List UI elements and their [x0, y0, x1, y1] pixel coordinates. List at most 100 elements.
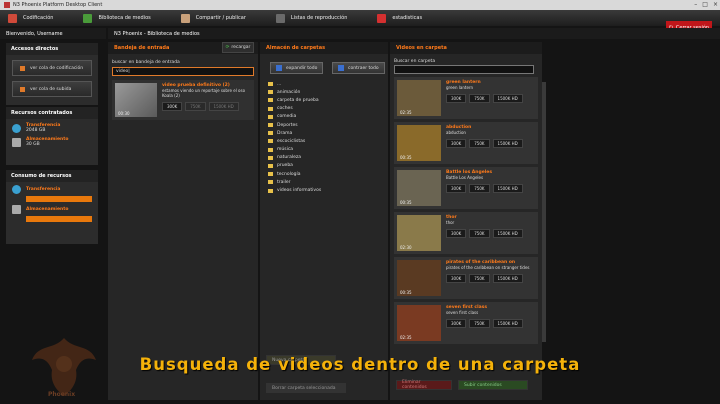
video-description: Battle Los Angeles: [446, 175, 484, 180]
folder-icon: [268, 139, 273, 144]
quality-750k-button[interactable]: 750K: [469, 274, 490, 283]
video-item[interactable]: 02:35 seven first class seven first class…: [394, 302, 538, 344]
minimize-icon[interactable]: –: [694, 1, 697, 8]
arrow-right-icon: [20, 65, 25, 71]
folder-item[interactable]: escociclistas: [268, 137, 380, 145]
folder-icon: [268, 98, 273, 103]
folder-icon: [268, 114, 273, 119]
folder-label: coches: [277, 106, 293, 112]
consumption-label: Transferencia: [26, 187, 61, 192]
folder-item[interactable]: ...: [268, 80, 380, 88]
quality-300k-button[interactable]: 300K: [446, 184, 467, 193]
video-thumbnail: 02:35: [397, 80, 441, 116]
folder-item[interactable]: naturaleza: [268, 154, 380, 162]
quality-300k-button[interactable]: 300K: [446, 229, 467, 238]
menu-listas[interactable]: Listas de reproducción: [275, 13, 348, 23]
folder-label: tecnología: [277, 171, 301, 177]
quality-300k-button[interactable]: 300K: [446, 274, 467, 283]
video-description: abduction: [446, 130, 466, 135]
videos-scrollbar[interactable]: [542, 82, 546, 342]
quality-1500k-button[interactable]: 1500K HD: [492, 319, 523, 328]
quality-750k-button[interactable]: 750K: [469, 94, 490, 103]
quality-1500k-button[interactable]: 1500K HD: [492, 94, 523, 103]
folder-item[interactable]: comedia: [268, 113, 380, 121]
hard-drive-icon: [12, 137, 21, 147]
quality-300k-button[interactable]: 300K: [446, 319, 467, 328]
folder-item[interactable]: trailer: [268, 178, 380, 186]
button-label: ver cola de codificación: [30, 65, 84, 71]
storage-consumption: Almacenamiento: [12, 205, 92, 222]
folder-item[interactable]: música: [268, 146, 380, 154]
delete-content-button[interactable]: Eliminar contenidos: [396, 380, 452, 390]
folder-label: comedia: [277, 114, 297, 120]
duration-label: 00:35: [400, 290, 412, 295]
quality-1500k-button[interactable]: 1500K HD: [492, 139, 523, 148]
folder-item[interactable]: carpeta de prueba: [268, 96, 380, 104]
encoding-queue-button[interactable]: ver cola de codificación: [12, 60, 92, 76]
quality-750k-button[interactable]: 750K: [469, 319, 490, 328]
globe-icon: [12, 185, 21, 194]
quality-750k-button[interactable]: 750K: [469, 229, 490, 238]
folder-label: música: [277, 147, 294, 153]
video-item[interactable]: 02:35 green lantern green lantern 300K 750…: [394, 77, 538, 119]
quality-1500k-button[interactable]: 1500K HD: [208, 102, 239, 111]
video-description: seven first class: [446, 310, 479, 315]
folder-item[interactable]: prueba: [268, 162, 380, 170]
videos-search-input[interactable]: [394, 65, 534, 74]
folder-item[interactable]: coches: [268, 105, 380, 113]
quality-750k-button[interactable]: 750K: [185, 102, 206, 111]
video-item[interactable]: 00:35 abduction abduction 300K 750K 1500K H…: [394, 122, 538, 164]
maximize-icon[interactable]: □: [702, 1, 708, 8]
video-item[interactable]: 00:35 Battle los Angeles Battle Los Angel…: [394, 167, 538, 209]
video-item[interactable]: 00:35 pirates of the caribbean on pirates…: [394, 257, 538, 299]
menu-compartir[interactable]: Compartir / publicar: [180, 13, 246, 23]
duration-label: 02:35: [400, 110, 412, 115]
quality-1500k-button[interactable]: 1500K HD: [492, 184, 523, 193]
folder-label: Deportes: [277, 122, 298, 128]
quality-300k-button[interactable]: 300K: [446, 94, 467, 103]
video-item[interactable]: 02:30 thor thor 300K 750K 1500K HD: [394, 212, 538, 254]
videos-title: Videos en carpeta: [390, 42, 542, 54]
logo-text: Phoenix: [48, 391, 76, 398]
quality-1500k-button[interactable]: 1500K HD: [492, 274, 523, 283]
reload-button[interactable]: ⟳ recargar: [222, 42, 254, 53]
video-thumbnail: 00:35: [397, 260, 441, 296]
menu-codificacion[interactable]: Codificación: [8, 13, 54, 23]
menu-label: Codificación: [23, 15, 54, 21]
transfer-usage-bar: [26, 196, 92, 202]
quality-300k-button[interactable]: 300K: [162, 102, 183, 111]
folder-icon: [268, 131, 273, 136]
folder-item[interactable]: tecnología: [268, 170, 380, 178]
folder-item[interactable]: Deportes: [268, 121, 380, 129]
folder-icon: [268, 90, 273, 95]
menu-label: Listas de reproducción: [290, 15, 348, 21]
folder-icon: [268, 82, 273, 87]
quality-1500k-button[interactable]: 1500K HD: [492, 229, 523, 238]
folders-panel: Almacén de carpetas expandir todo contra…: [260, 42, 388, 400]
quality-750k-button[interactable]: 750K: [469, 184, 490, 193]
quality-750k-button[interactable]: 750K: [469, 139, 490, 148]
close-icon[interactable]: ×: [713, 1, 718, 8]
stats-icon: [377, 13, 387, 23]
folder-label: escociclistas: [277, 138, 306, 144]
inbox-search-input[interactable]: video|: [112, 67, 254, 76]
folder-label: carpeta de prueba: [277, 97, 319, 103]
video-thumbnail: 00:35: [397, 170, 441, 206]
menu-estadisticas[interactable]: estadisticas: [377, 13, 422, 23]
menu-biblioteca[interactable]: Biblioteca de medios: [83, 13, 151, 23]
transfer-resource: Transferencia 2048 GB: [12, 123, 92, 133]
delete-folder-button[interactable]: Borrar carpeta seleccionada: [266, 383, 346, 393]
folder-item[interactable]: animación: [268, 88, 380, 96]
upload-queue-button[interactable]: ver cola de subida: [12, 81, 92, 97]
folder-item[interactable]: Drama: [268, 129, 380, 137]
expand-all-button[interactable]: expandir todo: [270, 62, 324, 74]
upload-content-button[interactable]: Subir contenidos: [458, 380, 528, 390]
playlist-icon: [275, 13, 285, 23]
transfer-consumption: Transferencia: [12, 185, 92, 202]
quality-300k-button[interactable]: 300K: [446, 139, 467, 148]
film-icon: [8, 13, 17, 23]
folder-item[interactable]: videos informativos: [268, 186, 380, 194]
collapse-all-button[interactable]: contraer todo: [332, 62, 385, 74]
list-item[interactable]: 00:30 video prueba definitivo (2) estamo…: [112, 80, 254, 120]
reload-label: recargar: [231, 45, 251, 50]
